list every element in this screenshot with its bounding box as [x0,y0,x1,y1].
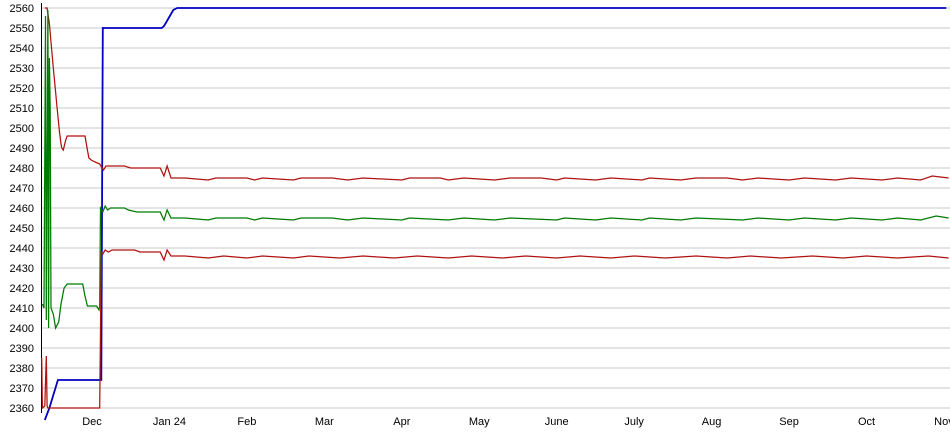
grid-layer [42,8,950,408]
chart-canvas: 2560 2550 2540 2530 2520 2510 2500 2490 2480 2470… [0,0,950,435]
y-axis-tick-label: 2540 [10,43,34,55]
y-axis-tick-label: 2560 [10,3,34,15]
y-axis-tick-label: 2440 [10,243,34,255]
y-axis-tick-label: 2360 [10,403,34,415]
green-line [42,10,948,328]
y-axis-tick-label: 2400 [10,323,34,335]
y-axis-tick-label: 2420 [10,283,34,295]
series-layer [42,8,949,420]
x-axis-tick-label: Aug [702,416,722,428]
y-axis-tick-label: 2380 [10,363,34,375]
x-axis-tick-label: Jan 24 [153,416,186,428]
y-axis-tick-label: 2410 [10,303,34,315]
x-axis-tick-label: Sep [779,416,799,428]
y-axis-tick-label: 2370 [10,383,34,395]
x-axis-tick-label: Nov [934,416,950,428]
y-axis-tick-label: 2530 [10,63,34,75]
blue-line [45,8,947,420]
y-axis-tick-label: 2550 [10,23,34,35]
x-axis-tick-label: June [545,416,569,428]
label-layer: 2560 2550 2540 2530 2520 2510 2500 2490 2480 2470… [10,3,950,428]
upper-red-line [45,8,949,180]
x-axis-tick-label: Dec [82,416,102,428]
y-axis-tick-label: 2490 [10,143,34,155]
y-axis-tick-label: 2460 [10,203,34,215]
x-axis-tick-label: Feb [237,416,256,428]
y-axis-tick-label: 2450 [10,223,34,235]
x-axis-tick-label: Apr [393,416,410,428]
y-axis-tick-label: 2500 [10,123,34,135]
x-axis-tick-label: Mar [315,416,334,428]
y-axis-tick-label: 2470 [10,183,34,195]
y-axis-tick-label: 2510 [10,103,34,115]
y-axis-tick-label: 2480 [10,163,34,175]
y-axis-tick-label: 2430 [10,263,34,275]
x-axis-tick-label: July [624,416,644,428]
lower-red-line [42,250,949,408]
price-chart: 2560 2550 2540 2530 2520 2510 2500 2490 2480 2470… [0,0,950,435]
y-axis-tick-label: 2520 [10,83,34,95]
y-axis-tick-label: 2390 [10,343,34,355]
x-axis-tick-label: May [469,416,490,428]
x-axis-tick-label: Oct [858,416,875,428]
